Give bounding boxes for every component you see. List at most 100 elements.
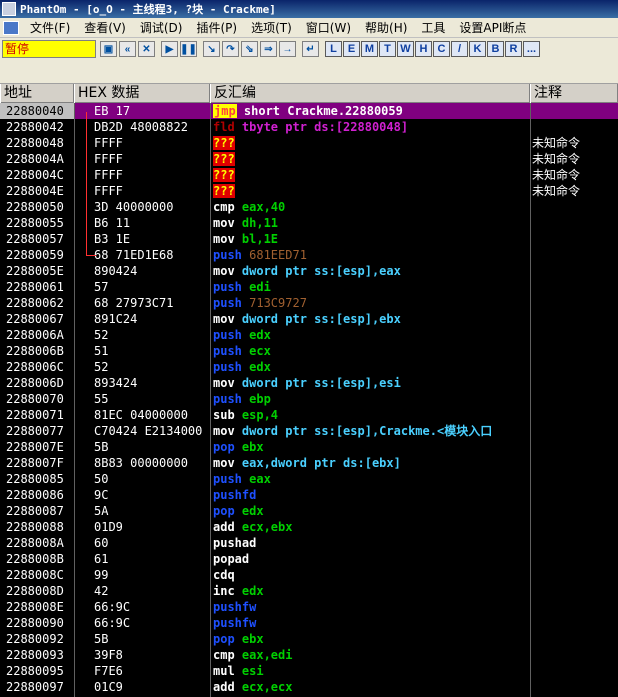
row-address: 2288006C	[6, 360, 64, 374]
disasm-row[interactable]: 22880090 66:9C pushfw	[0, 615, 618, 631]
disasm-row[interactable]: 22880097 01C9 add ecx,ecx	[0, 679, 618, 695]
disasm-row[interactable]: 2288008A 60 pushad	[0, 535, 618, 551]
row-hex: 99	[94, 568, 109, 582]
menu-options[interactable]: 选项(T)	[244, 19, 299, 36]
disasm-row[interactable]: 2288007F 8B83 00000000 mov eax,dword ptr d…	[0, 455, 618, 471]
run-icon[interactable]: ▶	[161, 41, 178, 57]
call-stack-button[interactable]: K	[469, 41, 486, 57]
step-over-icon[interactable]: ↷	[222, 41, 239, 57]
window-title: PhantOm - [o_O - 主线程3, ?块 - Crackme]	[20, 3, 276, 16]
disasm-row[interactable]: 22880095 F7E6 mul esi	[0, 663, 618, 679]
column-address[interactable]: 地址	[0, 84, 74, 103]
app-icon[interactable]	[2, 2, 16, 16]
row-operands: ebx	[234, 632, 264, 646]
goto-icon[interactable]: ↵	[302, 41, 319, 57]
step-into-icon[interactable]: ↘	[203, 41, 220, 57]
disasm-row[interactable]: 2288007E 5B pop ebx	[0, 439, 618, 455]
disasm-row[interactable]: 22880093 39F8 cmp eax,edi	[0, 647, 618, 663]
menu-file[interactable]: 文件(F)	[23, 19, 77, 36]
disasm-row[interactable]: 22880088 01D9 add ecx,ebx	[0, 519, 618, 535]
menu-window[interactable]: 窗口(W)	[299, 19, 358, 36]
log-window-button[interactable]: L	[325, 41, 342, 57]
rewind-icon[interactable]: «	[119, 41, 136, 57]
row-comment	[528, 247, 618, 263]
disasm-row[interactable]: 22880086 9C pushfd	[0, 487, 618, 503]
row-hex: C70424 E2134000	[94, 424, 203, 438]
menu-api-breakpoint[interactable]: 设置API断点	[452, 19, 533, 36]
row-address: 22880085	[6, 472, 64, 486]
system-menu-icon[interactable]	[3, 20, 19, 35]
disasm-row[interactable]: 2288008E 66:9C pushfw	[0, 599, 618, 615]
row-mnemonic: push	[213, 296, 242, 310]
menu-plugins[interactable]: 插件(P)	[189, 19, 244, 36]
row-disasm: mul esi	[210, 663, 528, 679]
column-headers: 地址 HEX 数据 反汇编 注释	[0, 84, 618, 103]
row-address: 2288008A	[6, 536, 64, 550]
executable-modules-button[interactable]: E	[343, 41, 360, 57]
row-comment: 未知命令	[532, 168, 581, 182]
disasm-row[interactable]: 2288005E 890424 mov dword ptr ss:[esp],eax	[0, 263, 618, 279]
more-button[interactable]: ...	[523, 41, 540, 57]
row-operands: ecx,ecx	[234, 680, 293, 694]
disasm-row[interactable]: 22880061 57 push edi	[0, 279, 618, 295]
disasm-row[interactable]: 22880092 5B pop ebx	[0, 631, 618, 647]
disasm-row[interactable]: 22880062 68 27973C71 push 713C9727	[0, 295, 618, 311]
disasm-row[interactable]: 2288008B 61 popad	[0, 551, 618, 567]
execute-till-return-icon[interactable]: →	[279, 41, 296, 57]
column-disasm[interactable]: 反汇编	[210, 84, 530, 103]
open-icon[interactable]: ▣	[100, 41, 117, 57]
trace-over-icon[interactable]: ⇒	[260, 41, 277, 57]
row-hex: 42	[94, 584, 109, 598]
disasm-row[interactable]: 2288006B 51 push ecx	[0, 343, 618, 359]
references-button[interactable]: R	[505, 41, 522, 57]
disasm-row[interactable]: 22880077 C70424 E2134000 mov dword ptr ss:…	[0, 423, 618, 439]
row-address: 22880059	[6, 248, 64, 262]
menu-debug[interactable]: 调试(D)	[133, 19, 190, 36]
row-hex: 50	[94, 472, 109, 486]
handles-button[interactable]: H	[415, 41, 432, 57]
jump-gutter	[74, 359, 94, 375]
jump-gutter	[74, 375, 94, 391]
windows-button[interactable]: W	[397, 41, 414, 57]
jump-gutter	[74, 631, 94, 647]
disasm-row[interactable]: 22880085 50 push eax	[0, 471, 618, 487]
row-address: 22880070	[6, 392, 64, 406]
menu-tools[interactable]: 工具	[414, 19, 452, 36]
menu-view[interactable]: 查看(V)	[77, 19, 133, 36]
column-hex[interactable]: HEX 数据	[74, 84, 210, 103]
row-address: 22880087	[6, 504, 64, 518]
row-disasm: add ecx,ecx	[210, 679, 528, 695]
disasm-row[interactable]: 22880071 81EC 04000000 sub esp,4	[0, 407, 618, 423]
row-address: 2288007F	[6, 456, 64, 470]
menu-help[interactable]: 帮助(H)	[358, 19, 414, 36]
row-disasm: pushfw	[210, 599, 528, 615]
row-mnemonic: push	[213, 344, 242, 358]
row-comment	[528, 503, 618, 519]
disasm-row[interactable]: 2288006C 52 push edx	[0, 359, 618, 375]
disasm-row[interactable]: 22880070 55 push ebp	[0, 391, 618, 407]
row-hex: 5B	[94, 440, 109, 454]
row-address: 22880086	[6, 488, 64, 502]
disasm-row[interactable]: 2288006D 893424 mov dword ptr ss:[esp],esi	[0, 375, 618, 391]
close-icon[interactable]: ✕	[138, 41, 155, 57]
row-comment	[528, 231, 618, 247]
disasm-row[interactable]: 2288008D 42 inc edx	[0, 583, 618, 599]
trace-into-icon[interactable]: ⇘	[241, 41, 258, 57]
memory-map-button[interactable]: M	[361, 41, 378, 57]
cpu-button[interactable]: C	[433, 41, 450, 57]
disasm-row[interactable]: 22880067 891C24 mov dword ptr ss:[esp],ebx	[0, 311, 618, 327]
patches-button[interactable]: /	[451, 41, 468, 57]
disasm-row[interactable]: 2288008C 99 cdq	[0, 567, 618, 583]
threads-button[interactable]: T	[379, 41, 396, 57]
row-mnemonic: ???	[213, 136, 235, 150]
row-hex: 68 71ED1E68	[94, 248, 174, 262]
column-comment[interactable]: 注释	[530, 84, 618, 103]
disasm-row[interactable]: 2288006A 52 push edx	[0, 327, 618, 343]
row-mnemonic: pop	[213, 632, 235, 646]
row-comment	[528, 199, 618, 215]
breakpoints-button[interactable]: B	[487, 41, 504, 57]
row-hex: 01C9	[94, 680, 123, 694]
disasm-row[interactable]: 22880087 5A pop edx	[0, 503, 618, 519]
pause-icon[interactable]: ❚❚	[180, 41, 197, 57]
row-hex: 52	[94, 328, 109, 342]
